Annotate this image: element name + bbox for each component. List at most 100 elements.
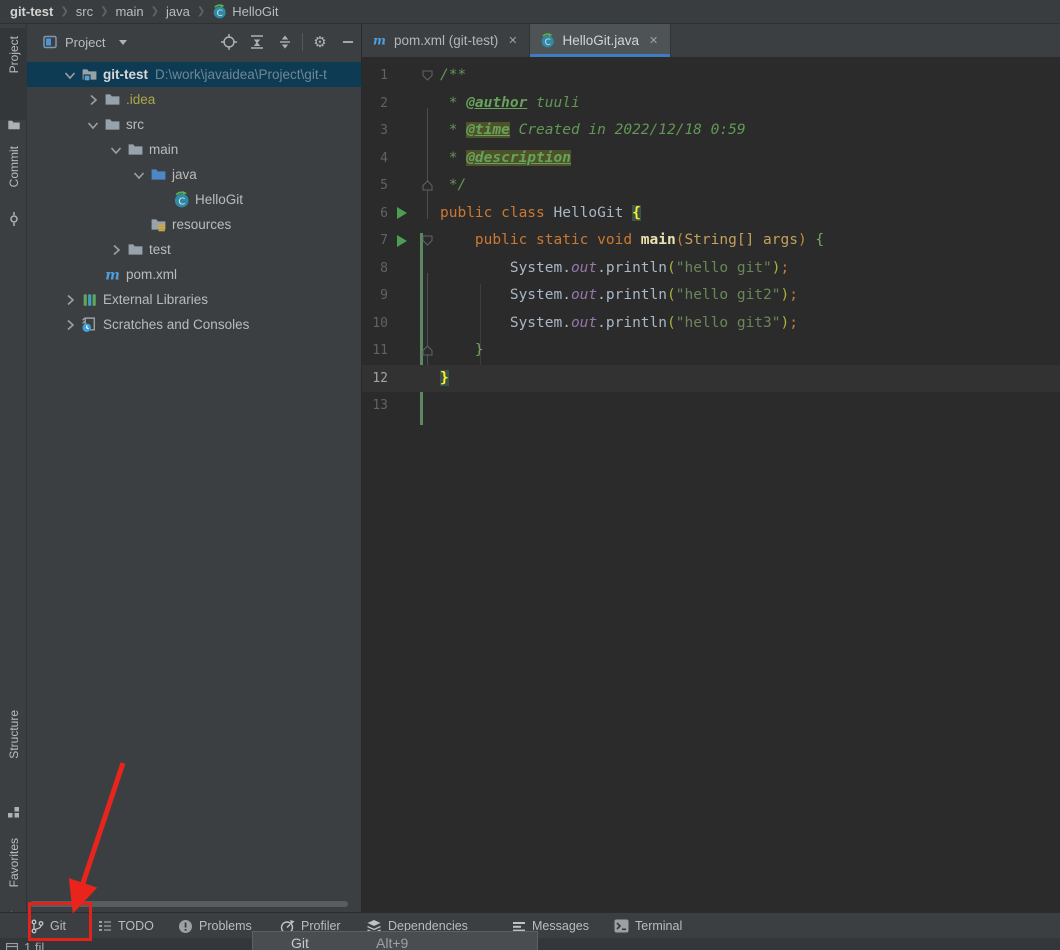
code-token: System. — [510, 260, 571, 276]
stripe-tab-commit-label: Commit — [7, 146, 21, 187]
line-number: 3 — [362, 123, 388, 138]
tree-row-main[interactable]: main — [27, 137, 362, 162]
line-number: 10 — [362, 316, 388, 331]
code-line: 1 /** — [362, 62, 1060, 90]
line-number: 9 — [362, 288, 388, 303]
code-line-current: 12 } — [362, 365, 1060, 393]
tree-row-scratches[interactable]: Scratches and Consoles — [27, 312, 362, 337]
toolwindow-button-todo[interactable]: TODO — [98, 913, 154, 939]
tab-hellogit-java[interactable]: HelloGit.java ✕ — [530, 24, 671, 57]
stripe-tab-structure[interactable]: Structure — [0, 710, 27, 759]
code-line: 5 */ — [362, 172, 1060, 200]
breadcrumb-item-main[interactable]: main — [115, 4, 143, 19]
caret-down-icon[interactable] — [119, 40, 127, 45]
stripe-tab-project[interactable]: Project — [0, 36, 27, 73]
chevron-right-icon[interactable] — [62, 292, 78, 308]
code-token: * — [440, 122, 466, 138]
code-line: 11 } — [362, 337, 1060, 365]
code-token: ( — [667, 260, 676, 276]
chevron-right-icon[interactable] — [108, 242, 124, 258]
tree-label: java — [172, 167, 197, 182]
tree-row-pom[interactable]: pom.xml — [27, 262, 362, 287]
tree-row-resources[interactable]: resources — [27, 212, 362, 237]
tree-label: git-test — [103, 67, 148, 82]
code-token: tuuli — [527, 95, 579, 111]
line-number: 11 — [362, 343, 388, 358]
toolwindow-button-label: Git — [50, 919, 66, 933]
fold-marker-collapse[interactable] — [414, 235, 440, 246]
toolwindow-button-problems[interactable]: Problems — [178, 913, 252, 939]
code-token: * — [440, 95, 466, 111]
maven-icon — [103, 266, 121, 283]
gear-icon[interactable]: ⚙ — [306, 33, 334, 51]
code-token: ; — [789, 287, 798, 303]
toolwindow-button-label: Problems — [199, 919, 252, 933]
code-text: System.out.println("hello git2"); — [440, 282, 798, 310]
tab-pom-xml[interactable]: pom.xml (git-test) ✕ — [362, 24, 530, 57]
code-line: 9 System.out.println("hello git2"); — [362, 282, 1060, 310]
chevron-right-icon: ❯ — [151, 6, 159, 17]
code-token: ) — [781, 287, 790, 303]
run-icon[interactable] — [388, 235, 414, 247]
breadcrumb: git-test ❯ src ❯ main ❯ java ❯ HelloGit — [0, 0, 1060, 24]
line-number: 6 — [362, 206, 388, 221]
code-token: } — [440, 370, 449, 386]
close-icon[interactable]: ✕ — [647, 32, 660, 49]
stripe-tab-commit[interactable]: Commit — [0, 146, 27, 187]
class-icon — [172, 191, 190, 208]
tree-row-hellogit[interactable]: HelloGit — [27, 187, 362, 212]
code-text: * @time Created in 2022/12/18 0:59 — [440, 117, 746, 145]
code-token: System. — [510, 287, 571, 303]
fold-marker-end[interactable] — [414, 180, 440, 191]
tree-row-java[interactable]: java — [27, 162, 362, 187]
tree-label: .idea — [126, 92, 155, 107]
code-token: public static void — [475, 232, 641, 248]
expand-all-icon[interactable] — [243, 34, 271, 50]
tree-row-src[interactable]: src — [27, 112, 362, 137]
line-number: 7 — [362, 233, 388, 248]
code-token: @time — [466, 122, 510, 138]
chevron-down-icon[interactable] — [85, 117, 101, 133]
code-token: { — [815, 232, 824, 248]
code-text: public class HelloGit { — [440, 200, 641, 228]
tree-row-idea[interactable]: .idea — [27, 87, 362, 112]
popup-shortcut-label: Alt+9 — [376, 935, 408, 950]
code-token: */ — [440, 177, 466, 193]
editor-area: pom.xml (git-test) ✕ HelloGit.java ✕ 1 /… — [362, 24, 1060, 912]
fold-marker-end[interactable] — [414, 345, 440, 356]
breadcrumb-item-project[interactable]: git-test — [10, 4, 53, 19]
hide-icon[interactable] — [334, 35, 362, 49]
breadcrumb-item-src[interactable]: src — [76, 4, 93, 19]
toolwindow-button-terminal[interactable]: Terminal — [614, 913, 682, 939]
code-token: "hello git" — [676, 260, 772, 276]
stripe-tab-favorites[interactable]: Favorites — [0, 838, 27, 887]
close-icon[interactable]: ✕ — [506, 32, 519, 49]
code-token: out — [571, 287, 597, 303]
run-icon[interactable] — [388, 207, 414, 219]
chevron-down-icon[interactable] — [62, 67, 78, 83]
project-view-title[interactable]: Project — [65, 35, 105, 50]
tree-row-external-libraries[interactable]: External Libraries — [27, 287, 362, 312]
tree-row-test[interactable]: test — [27, 237, 362, 262]
chevron-down-icon[interactable] — [108, 142, 124, 158]
chevron-right-icon[interactable] — [62, 317, 78, 333]
tab-label: HelloGit.java — [562, 33, 639, 48]
breadcrumb-item-class[interactable]: HelloGit — [232, 4, 278, 19]
toolwindow-button-git[interactable]: Git — [30, 913, 66, 939]
chevron-down-icon[interactable] — [131, 167, 147, 183]
code-text: System.out.println("hello git"); — [440, 255, 789, 283]
collapse-all-icon[interactable] — [271, 34, 299, 50]
line-number: 12 — [362, 371, 388, 386]
locate-icon[interactable] — [215, 34, 243, 50]
horizontal-scrollbar[interactable] — [30, 901, 348, 907]
tree-label: pom.xml — [126, 267, 177, 282]
folder-icon — [126, 241, 144, 258]
tree-label: HelloGit — [195, 192, 243, 207]
toolwindow-popup[interactable]: Git Alt+9 — [252, 931, 538, 950]
breadcrumb-item-java[interactable]: java — [166, 4, 190, 19]
tree-row-git-test[interactable]: git-test D:\work\javaidea\Project\git-t — [27, 62, 362, 87]
code-token — [440, 232, 475, 248]
fold-marker-collapse[interactable] — [414, 70, 440, 81]
chevron-right-icon[interactable] — [85, 92, 101, 108]
code-editor[interactable]: 1 /** 2 * @author tuuli 3 * @time Create… — [362, 57, 1060, 912]
